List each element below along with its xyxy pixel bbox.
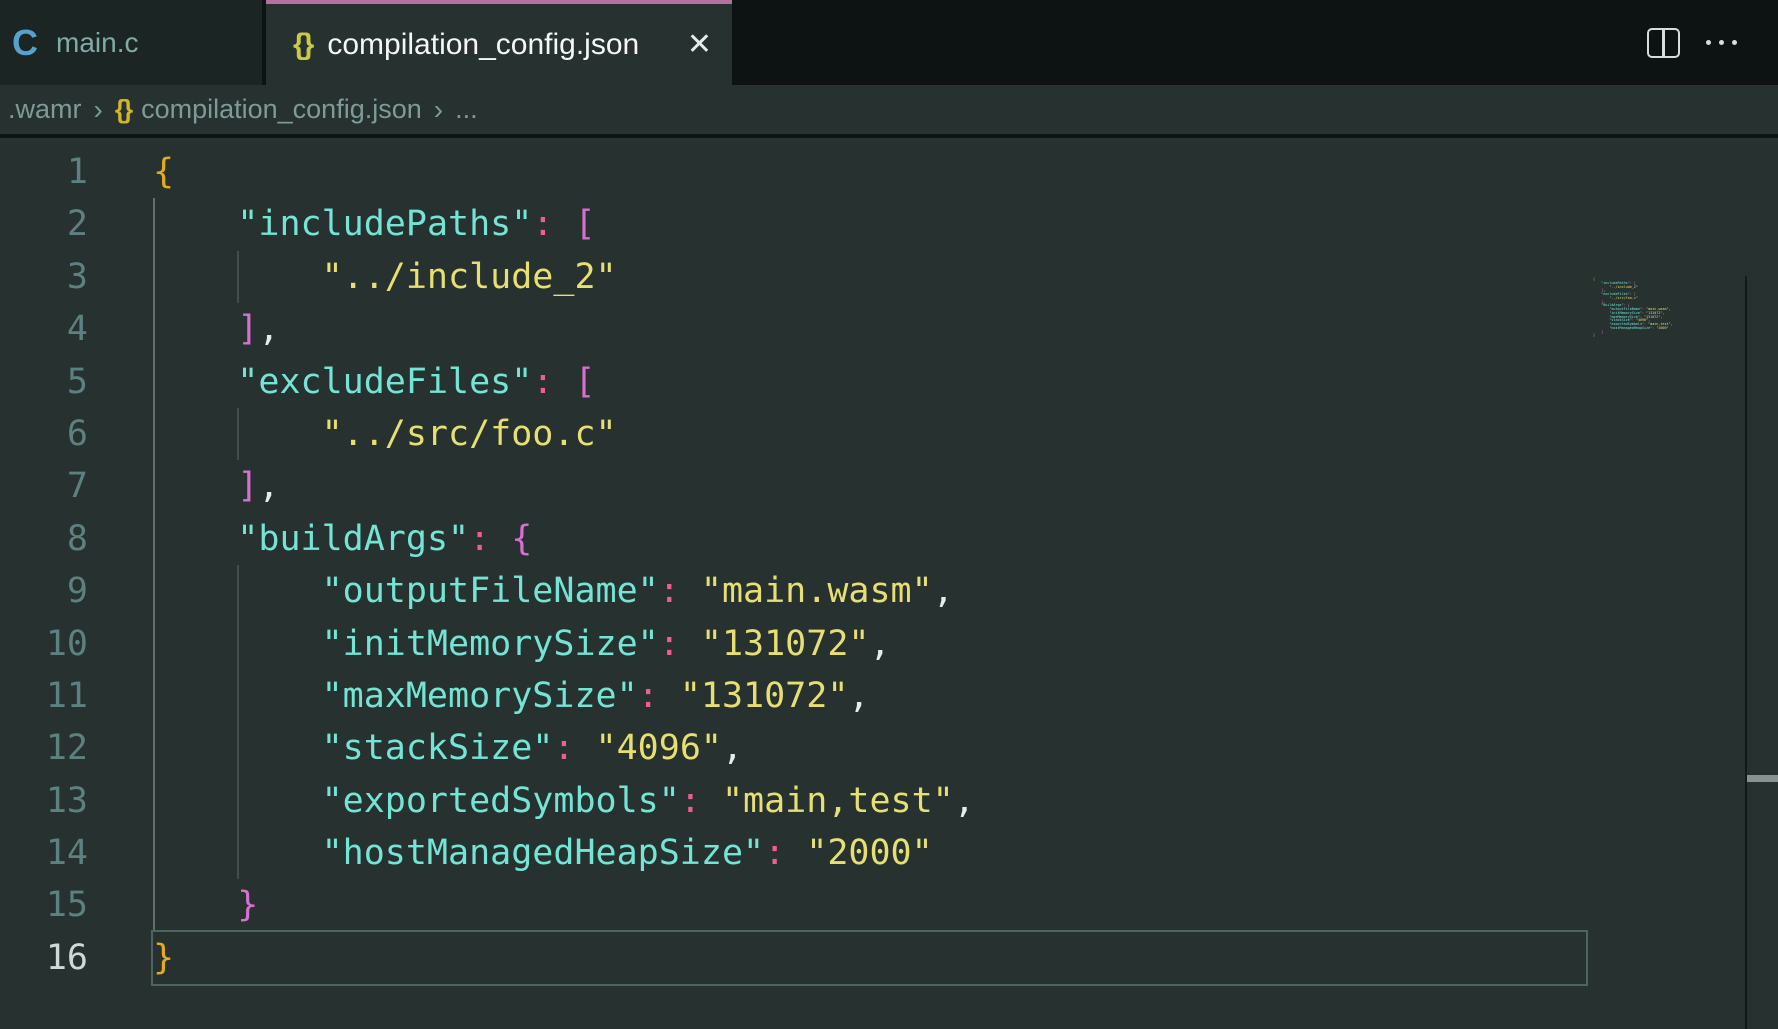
code-line[interactable]: 2 "includePaths": [ [0,198,1778,250]
line-content: "exportedSymbols": "main,test", [153,775,975,827]
more-actions-icon[interactable] [1706,40,1737,45]
line-number[interactable]: 15 [0,879,88,931]
code-line[interactable]: 3 "../include_2" [0,251,1778,303]
vscode-editor-window: C main.c {} compilation_config.json ✕ .w… [0,0,1778,1029]
code-line[interactable]: 12 "stackSize": "4096", [0,722,1778,774]
line-number[interactable]: 13 [0,775,88,827]
editor-actions [1647,0,1737,85]
line-number[interactable]: 5 [0,356,88,408]
code-line[interactable]: 11 "maxMemorySize": "131072", [0,670,1778,722]
code-line[interactable]: 16} [0,932,1778,984]
close-tab-icon[interactable]: ✕ [687,27,712,62]
line-number[interactable]: 3 [0,251,88,303]
dot [1719,40,1724,45]
tab-label: main.c [56,27,138,59]
json-braces-icon: {} [115,94,131,125]
breadcrumb-item-symbol[interactable]: ... [455,94,478,125]
line-content: "stackSize": "4096", [153,722,743,774]
code-editor[interactable]: 1{2 "includePaths": [3 "../include_2"4 ]… [0,138,1778,1029]
line-content: { [153,146,174,198]
code-line[interactable]: 1{ [0,146,1778,198]
line-number[interactable]: 10 [0,618,88,670]
breadcrumb: .wamr › {} compilation_config.json › ... [0,85,1778,134]
line-number[interactable]: 9 [0,565,88,617]
code-line[interactable]: 13 "exportedSymbols": "main,test", [0,775,1778,827]
tab-label: compilation_config.json [327,28,639,62]
chevron-right-icon: › [434,94,443,126]
editor-tab-bar: C main.c {} compilation_config.json ✕ [0,0,1778,85]
json-braces-icon: {} [293,28,312,62]
line-content: ], [153,303,279,355]
line-content: "buildArgs": { [153,513,532,565]
chevron-right-icon: › [94,94,103,126]
line-number[interactable]: 6 [0,408,88,460]
line-content: "maxMemorySize": "131072", [153,670,869,722]
line-content: } [153,879,258,931]
line-content: "../src/foo.c" [153,408,617,460]
code-line[interactable]: 6 "../src/foo.c" [0,408,1778,460]
code-line[interactable]: 14 "hostManagedHeapSize": "2000" [0,827,1778,879]
line-content: "initMemorySize": "131072", [153,618,891,670]
code-line[interactable]: 15 } [0,879,1778,931]
code-line[interactable]: 8 "buildArgs": { [0,513,1778,565]
line-number[interactable]: 16 [0,932,88,984]
overview-cursor-marker [1747,775,1778,782]
line-number[interactable]: 4 [0,303,88,355]
overview-ruler-scrollbar[interactable] [1747,276,1778,1029]
line-number[interactable]: 7 [0,460,88,512]
breadcrumb-item-file[interactable]: compilation_config.json [141,94,422,125]
code-line[interactable]: 5 "excludeFiles": [ [0,356,1778,408]
code-line[interactable]: 7 ], [0,460,1778,512]
line-number[interactable]: 12 [0,722,88,774]
line-content: } [153,932,174,984]
minimap-line: } [1593,334,1743,338]
code-lines: 1{2 "includePaths": [3 "../include_2"4 ]… [0,146,1778,984]
code-line[interactable]: 4 ], [0,303,1778,355]
code-line[interactable]: 10 "initMemorySize": "131072", [0,618,1778,670]
line-content: "excludeFiles": [ [153,356,596,408]
line-content: "includePaths": [ [153,198,596,250]
c-file-icon: C [12,22,38,64]
dot [1706,40,1711,45]
line-content: "outputFileName": "main.wasm", [153,565,954,617]
code-line[interactable]: 9 "outputFileName": "main.wasm", [0,565,1778,617]
line-content: "../include_2" [153,251,617,303]
tab-compilation-config-json[interactable]: {} compilation_config.json ✕ [266,0,732,85]
breadcrumb-item-wamr[interactable]: .wamr [8,94,82,125]
split-editor-icon[interactable] [1647,28,1680,58]
line-number[interactable]: 1 [0,146,88,198]
line-content: ], [153,460,279,512]
line-number[interactable]: 2 [0,198,88,250]
line-number[interactable]: 14 [0,827,88,879]
tab-main-c[interactable]: C main.c [0,0,262,85]
line-number[interactable]: 8 [0,513,88,565]
line-number[interactable]: 11 [0,670,88,722]
minimap[interactable]: { "includePaths": [ "../include_2" ], "e… [1593,278,1743,338]
line-content: "hostManagedHeapSize": "2000" [153,827,933,879]
dot [1732,40,1737,45]
current-line-highlight [151,930,1588,985]
